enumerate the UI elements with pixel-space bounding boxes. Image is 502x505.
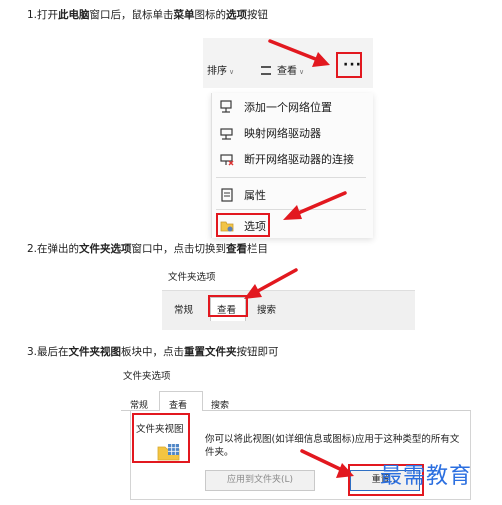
tab-search[interactable]: 搜索 [211,398,229,411]
map-drive-icon [220,128,233,140]
tab-general[interactable]: 常规 [130,398,148,411]
dialog-title: 文件夹选项 [168,272,216,283]
tab-search[interactable]: 搜索 [257,302,276,316]
menu-label: 断开网络驱动器的连接 [244,153,354,166]
dialog-title: 文件夹选项 [123,371,171,382]
screenshot-explorer-menu: 排序 ∨ 查看 ∨ ··· 添加一个网络位置 映射网络驱动器 断开网络驱动器的连接 … [203,38,373,238]
screenshot-folder-options-tabs: 文件夹选项 常规 查看 搜索 [162,266,415,330]
step-2-text: 2.在弹出的文件夹选项窗口中，点击切换到查看栏目 [27,243,269,255]
folder-view-description: 你可以将此视图(如详细信息或图标)应用于这种类型的所有文件夹。 [205,434,460,458]
apply-to-folders-button[interactable]: 应用到文件夹(L) [205,470,315,491]
menu-label: 属性 [244,189,266,202]
chevron-down-icon: ∨ [229,68,235,76]
options-highlight-box [216,213,270,237]
tab-bar: 常规 查看 搜索 [162,290,415,330]
more-options-button[interactable]: ··· [336,52,362,78]
folder-view-highlight-box [132,413,190,463]
menu-item-properties[interactable]: 属性 [212,183,374,207]
view-button[interactable]: 查看 ∨ [261,62,304,77]
menu-label: 添加一个网络位置 [244,101,332,114]
properties-icon [221,188,233,202]
menu-item-add-network-location[interactable]: 添加一个网络位置 [212,95,374,119]
menu-item-map-network-drive[interactable]: 映射网络驱动器 [212,121,374,145]
disconnect-drive-icon [220,154,234,166]
explorer-toolbar: 排序 ∨ 查看 ∨ ··· [203,38,373,88]
step-1-text: 1.打开此电脑窗口后，鼠标单击菜单图标的选项按钮 [27,9,269,21]
overflow-menu: 添加一个网络位置 映射网络驱动器 断开网络驱动器的连接 属性 选项 [211,93,373,238]
view-tab-highlight-box [208,295,248,317]
menu-label: 映射网络驱动器 [244,127,321,140]
step-3-text: 3.最后在文件夹视图板块中，点击重置文件夹按钮即可 [27,346,279,358]
more-dots-icon: ··· [343,57,362,73]
tab-general[interactable]: 常规 [174,302,193,316]
menu-divider [216,177,366,178]
chevron-down-icon: ∨ [299,68,305,76]
watermark-text: 最需教育 [380,464,473,489]
network-location-icon [220,100,232,113]
menu-item-disconnect-network-drive[interactable]: 断开网络驱动器的连接 [212,147,374,171]
sort-button[interactable]: 排序 ∨ [207,62,234,77]
menu-divider [216,209,366,210]
tab-bar: 常规 查看 搜索 [121,391,471,412]
tab-view[interactable]: 查看 [169,398,187,411]
view-icon [261,66,271,75]
